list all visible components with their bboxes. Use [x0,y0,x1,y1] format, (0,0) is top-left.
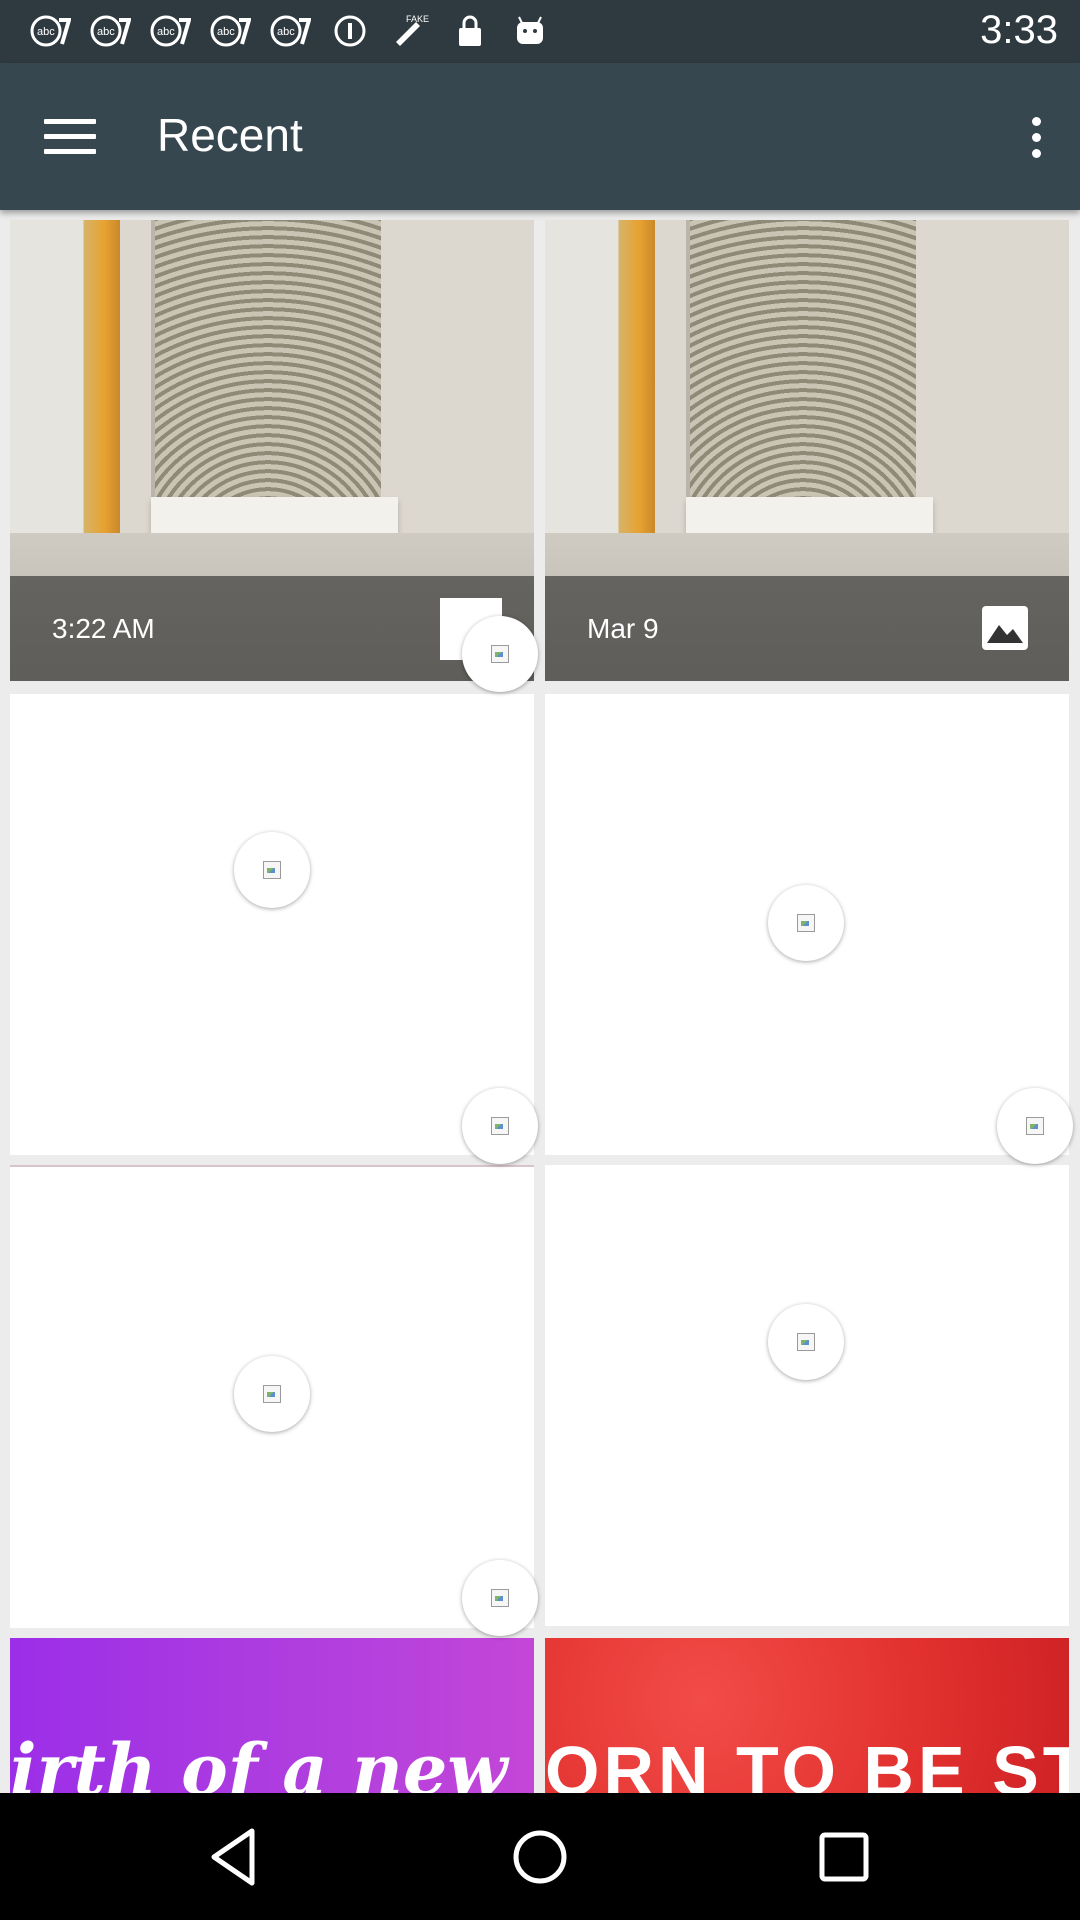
banner-tile[interactable]: ORN TO BE STRON [545,1638,1069,1793]
loading-spinner-icon [462,616,538,692]
loading-spinner-icon [462,1088,538,1164]
abc7-icon: abc [28,12,72,50]
svg-text:abc: abc [37,26,55,38]
notification-icons: abc abc abc abc abc FAKE [28,12,552,50]
banner-text: irth of a new Y [10,1728,534,1793]
page-title: Recent [157,109,303,161]
lock-icon [448,12,492,50]
hamburger-menu-icon[interactable] [44,119,96,155]
loading-spinner-icon [997,1088,1073,1164]
photo-caption: Mar 9 [587,613,659,644]
abc7-icon: abc [268,12,312,50]
loading-spinner-icon [234,1356,310,1432]
recents-square-icon[interactable] [810,1823,878,1891]
loading-tile[interactable] [545,1165,1069,1626]
loading-tile[interactable] [10,694,534,1155]
status-bar: abc abc abc abc abc FAKE 3:33 [0,0,1080,63]
abc7-icon: abc [208,12,252,50]
home-circle-icon[interactable] [506,1823,574,1891]
svg-text:abc: abc [157,26,175,38]
svg-text:abc: abc [277,26,295,38]
recent-grid: 3:22 AM Mar 9 irth of a new Y ORN TO BE … [0,210,1080,1793]
app-bar: Recent [0,63,1080,210]
info-icon [328,12,372,50]
loading-spinner-icon [768,1304,844,1380]
abc7-icon: abc [148,12,192,50]
loading-spinner-icon [768,885,844,961]
image-icon [981,605,1029,651]
more-vert-icon[interactable] [1026,117,1046,161]
svg-text:abc: abc [97,26,115,38]
svg-text:abc: abc [217,26,235,38]
photo-caption: 3:22 AM [52,613,155,644]
navigation-bar [0,1793,1080,1920]
svg-text:FAKE: FAKE [406,14,429,24]
loading-spinner-icon [234,832,310,908]
photo-tile[interactable]: Mar 9 [545,220,1069,681]
banner-tile[interactable]: irth of a new Y [10,1638,534,1793]
status-time: 3:33 [980,8,1058,52]
back-triangle-icon[interactable] [202,1823,270,1891]
fake-gps-icon: FAKE [388,12,432,50]
android-icon [508,12,552,50]
loading-spinner-icon [462,1560,538,1636]
banner-text: ORN TO BE STRON [545,1732,1069,1793]
abc7-icon: abc [88,12,132,50]
